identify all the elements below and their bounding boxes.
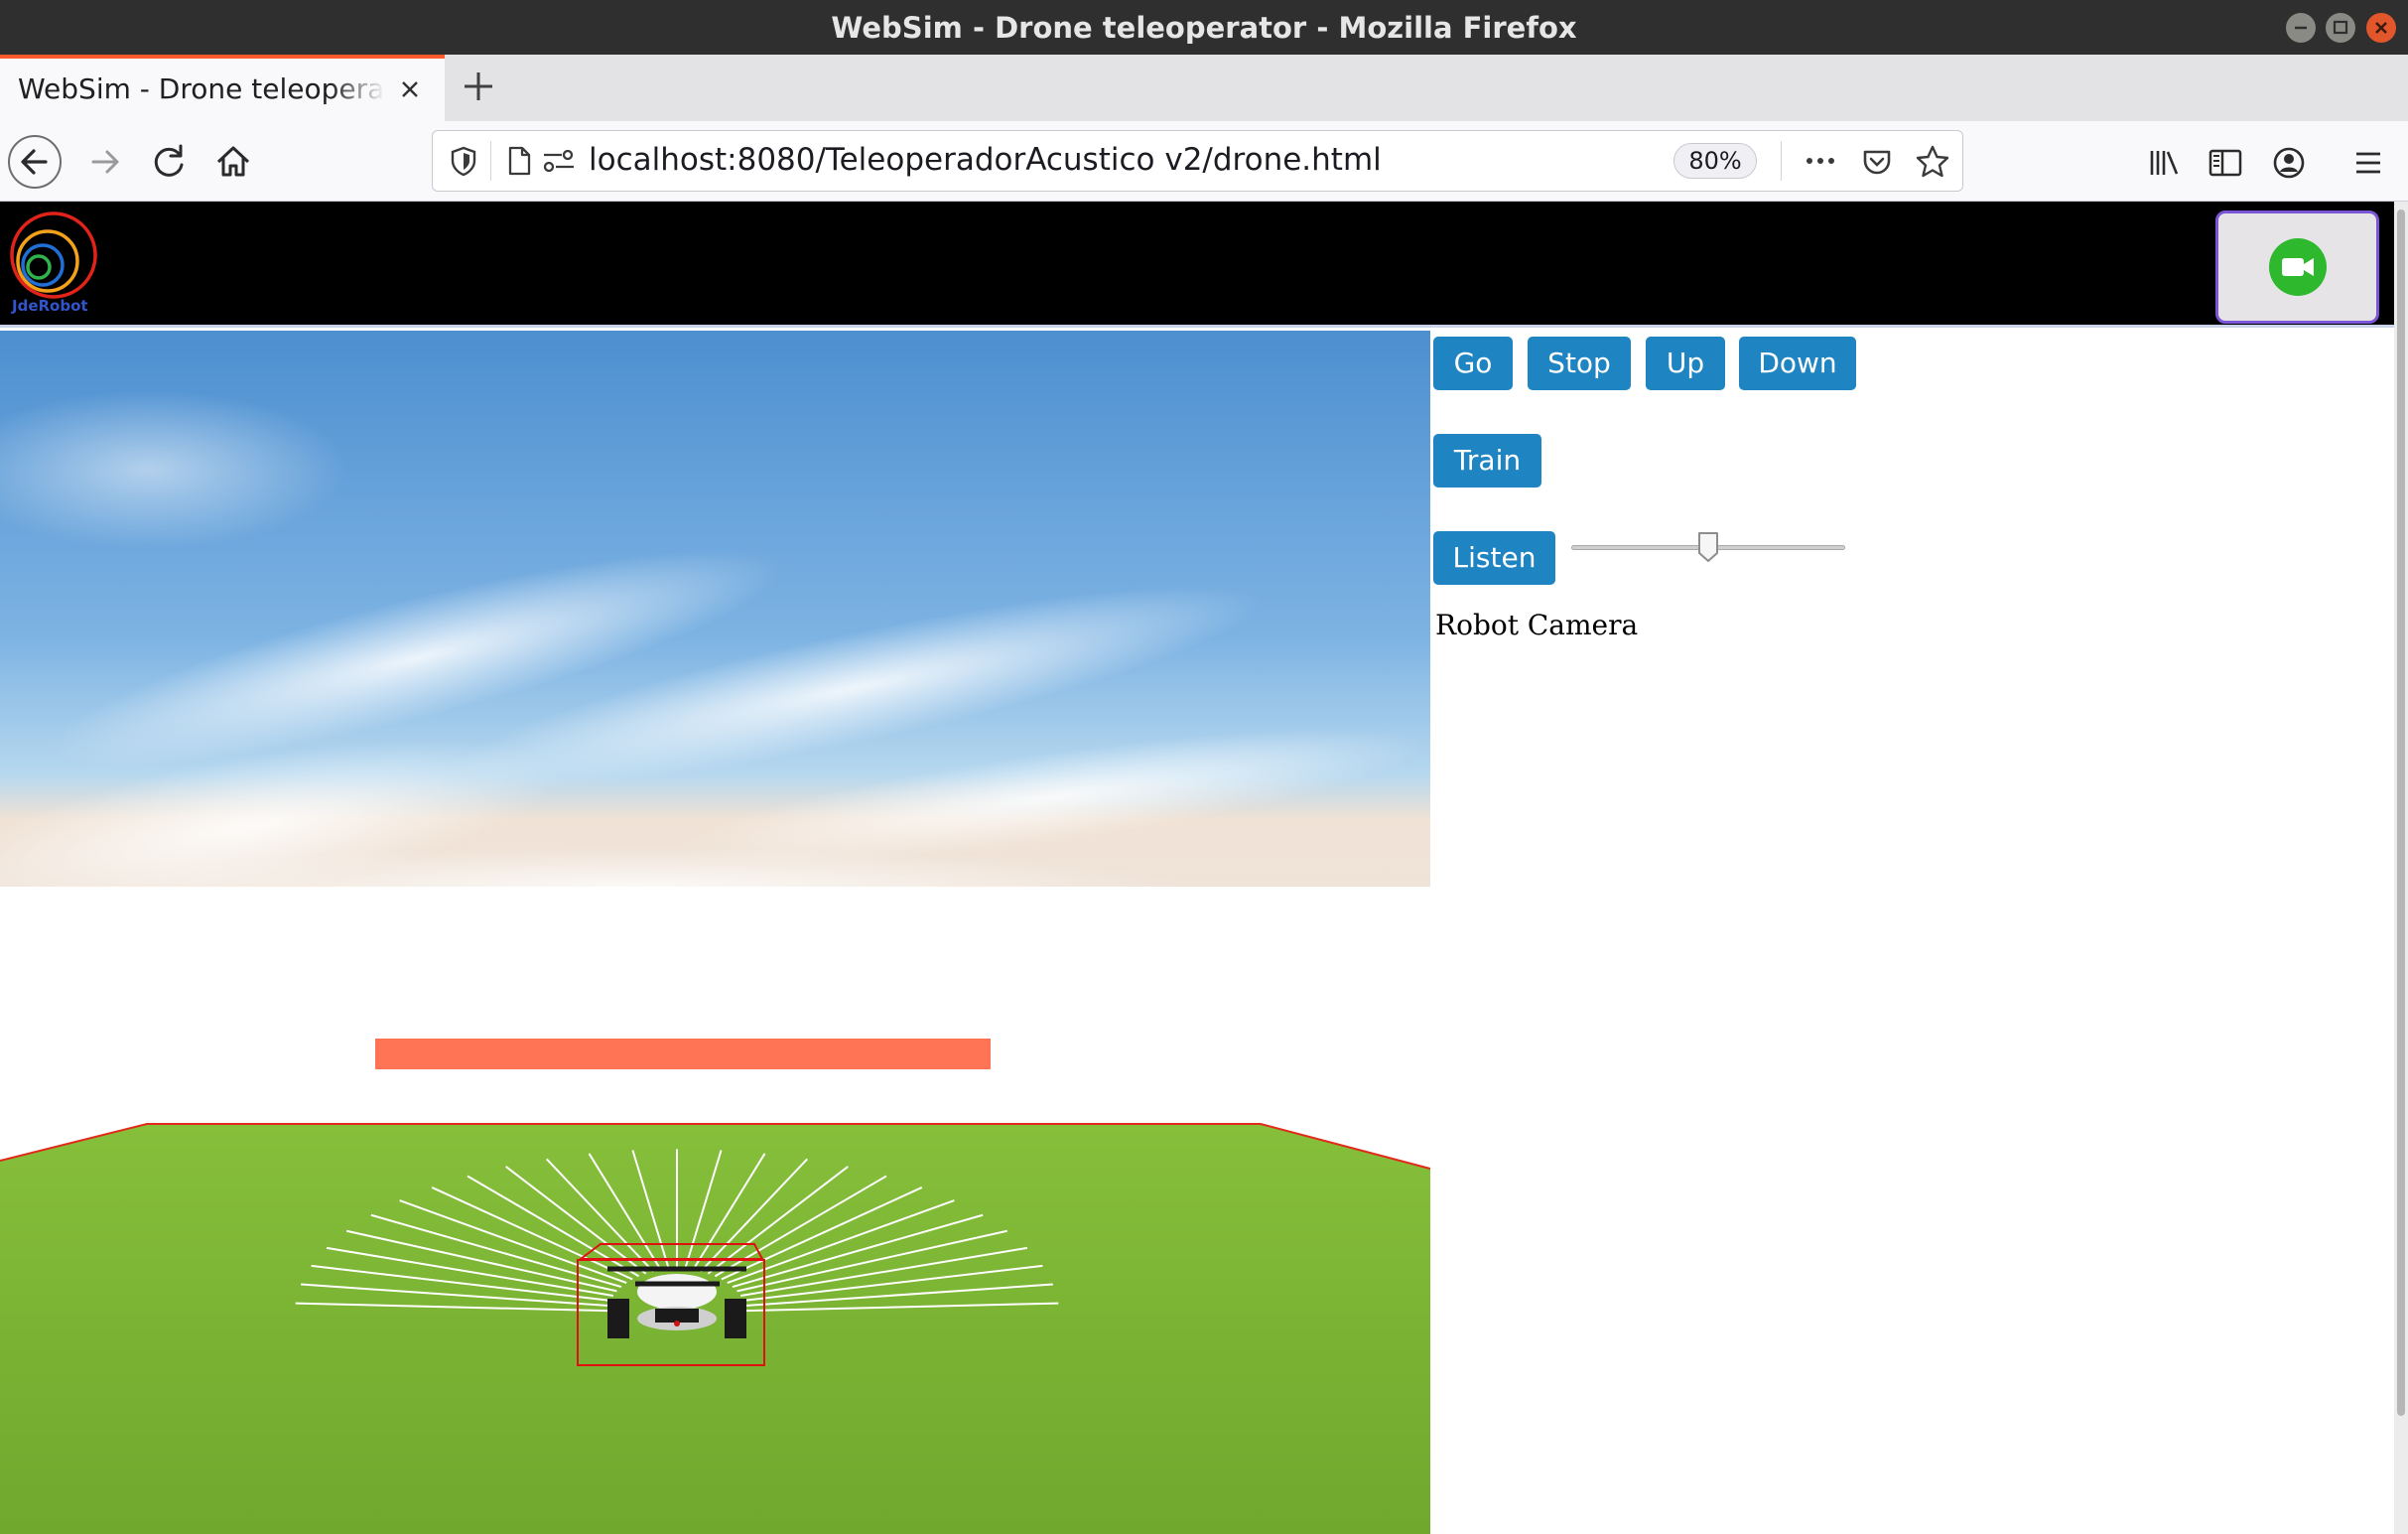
tab-strip: WebSim - Drone teleoperator — [0, 55, 2408, 121]
back-button[interactable] — [8, 135, 62, 189]
url-bar[interactable]: localhost:8080/TeleoperadorAcustico v2/d… — [432, 130, 1963, 192]
sidebar-icon[interactable] — [2206, 143, 2245, 183]
tab-drone-teleoperator[interactable]: WebSim - Drone teleoperator — [0, 55, 445, 121]
arrow-right-icon[interactable] — [79, 135, 133, 189]
tab-title: WebSim - Drone teleoperator — [18, 72, 385, 105]
account-icon[interactable] — [2269, 143, 2309, 183]
obstacle-bar — [375, 1039, 991, 1069]
control-panel: Go Stop Up Down Train Listen Robot Camer… — [1433, 331, 2394, 1534]
pocket-icon[interactable] — [1859, 144, 1895, 180]
more-actions-icon[interactable] — [1801, 144, 1840, 178]
new-tab-plus-icon[interactable] — [459, 67, 498, 106]
arrow-left-icon — [21, 149, 48, 175]
page-scrollbar[interactable] — [2394, 202, 2408, 1534]
maximize-button[interactable] — [2326, 13, 2355, 43]
url-divider — [490, 141, 491, 181]
close-window-button[interactable] — [2366, 13, 2396, 43]
window-title: WebSim - Drone teleoperator - Mozilla Fi… — [831, 11, 1577, 45]
url-divider-right — [1781, 141, 1782, 181]
os-titlebar: WebSim - Drone teleoperator - Mozilla Fi… — [0, 0, 2408, 55]
sensitivity-slider[interactable] — [1569, 527, 1849, 567]
permissions-icon[interactable] — [540, 144, 578, 178]
cloud — [79, 847, 1191, 926]
down-button[interactable]: Down — [1739, 337, 1856, 390]
train-button[interactable]: Train — [1433, 434, 1541, 488]
reload-icon[interactable] — [143, 135, 197, 189]
simulation-viewport[interactable] — [0, 331, 1430, 1534]
web-page: JdeRobot Go Stop Up Down Train Listen Ro… — [0, 202, 2408, 1534]
slider-thumb[interactable] — [1697, 531, 1719, 563]
app-header: JdeRobot — [0, 202, 2394, 328]
camera-toggle-button[interactable] — [2215, 210, 2379, 324]
library-icon[interactable] — [2144, 143, 2184, 183]
zoom-level-badge[interactable]: 80% — [1673, 143, 1757, 179]
home-icon[interactable] — [206, 135, 260, 189]
page-scrollbar-thumb[interactable] — [2397, 209, 2405, 1416]
close-icon — [2375, 22, 2387, 34]
stop-button[interactable]: Stop — [1528, 337, 1631, 390]
page-info-icon[interactable] — [502, 144, 536, 178]
maximize-icon — [2333, 20, 2348, 35]
listen-button[interactable]: Listen — [1433, 531, 1555, 585]
up-button[interactable]: Up — [1646, 337, 1725, 390]
bookmark-star-icon[interactable] — [1914, 143, 1951, 181]
url-text[interactable]: localhost:8080/TeleoperadorAcustico v2/d… — [589, 142, 1382, 178]
logo-text: JdeRobot — [12, 297, 88, 315]
go-button[interactable]: Go — [1433, 337, 1513, 390]
ground — [0, 1124, 1430, 1534]
robot-camera-label: Robot Camera — [1435, 609, 1639, 641]
tab-close-icon[interactable] — [393, 72, 427, 106]
minimize-icon — [2295, 26, 2307, 30]
video-camera-icon — [2269, 238, 2327, 296]
scene-3d — [0, 331, 1430, 1534]
hamburger-menu-icon[interactable] — [2348, 143, 2388, 183]
minimize-button[interactable] — [2286, 13, 2316, 43]
navigation-toolbar: localhost:8080/TeleoperadorAcustico v2/d… — [0, 121, 2408, 202]
tracking-shield-icon[interactable] — [447, 144, 480, 178]
